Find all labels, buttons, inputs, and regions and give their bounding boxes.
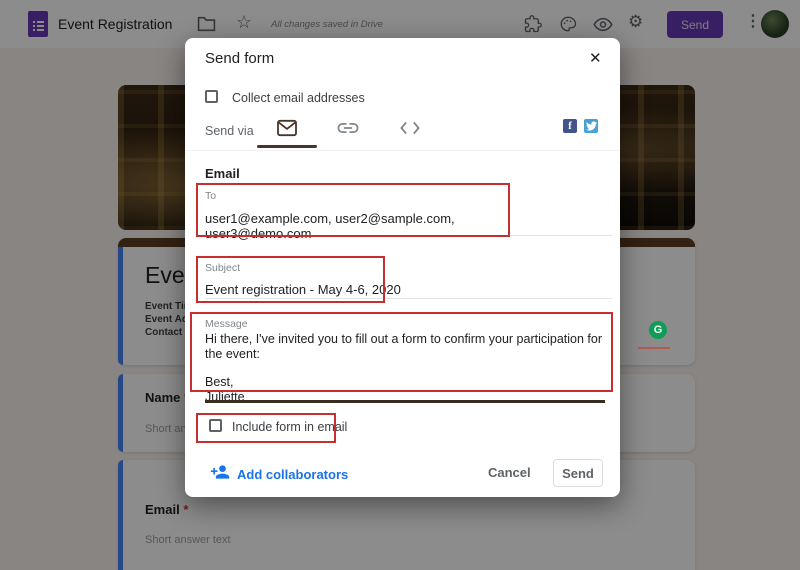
dialog-title: Send form [205,50,274,67]
include-form-checkbox[interactable] [209,419,222,432]
add-collaborators-link[interactable]: Add collaborators [237,467,348,482]
subject-field-underline [205,298,612,299]
message-field-input[interactable]: Hi there, I've invited you to fill out a… [205,332,605,405]
share-facebook-icon[interactable]: f [563,119,577,133]
share-twitter-icon[interactable] [584,119,598,133]
subject-field-input[interactable]: Event registration - May 4-6, 2020 [205,282,401,297]
send-via-link-tab-icon[interactable] [337,121,359,135]
collect-emails-checkbox[interactable] [205,90,218,103]
grammarly-underline [638,347,670,349]
email-section-heading: Email [205,166,240,181]
message-line-2: Best, [205,375,605,390]
message-line-1: Hi there, I've invited you to fill out a… [205,332,605,362]
grammarly-icon[interactable]: G [649,321,667,339]
message-focused-underline [205,400,605,403]
active-tab-underline [257,145,317,148]
collect-emails-label: Collect email addresses [232,91,365,105]
include-form-label: Include form in email [232,420,347,434]
add-collaborators-icon[interactable] [210,464,230,480]
message-field-label: Message [205,318,248,330]
send-via-label: Send via [205,124,254,138]
close-icon[interactable]: ✕ [589,49,602,67]
to-field-input[interactable]: user1@example.com, user2@sample.com, use… [205,211,515,241]
send-button-dialog[interactable]: Send [553,459,603,487]
send-via-embed-tab-icon[interactable] [399,120,421,136]
subject-field-label: Subject [205,262,240,274]
send-form-dialog: Send form ✕ Collect email addresses Send… [185,38,620,497]
send-via-email-tab-icon[interactable] [276,119,298,137]
tabs-divider [185,150,620,151]
cancel-button[interactable]: Cancel [488,465,531,480]
to-field-label: To [205,190,216,202]
google-forms-app: Even Event Tim Event Add Contact u Name … [0,0,800,570]
